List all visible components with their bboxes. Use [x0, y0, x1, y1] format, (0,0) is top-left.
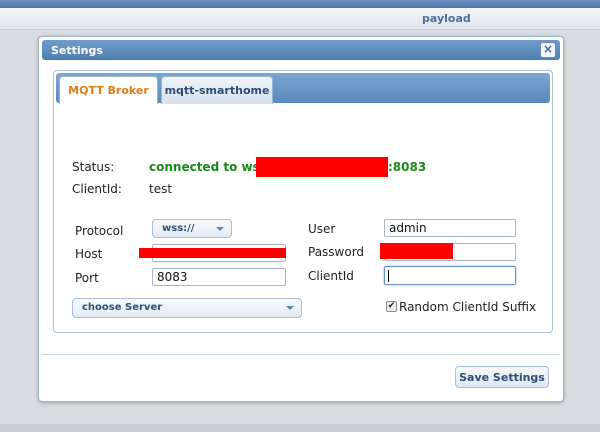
user-input[interactable] [384, 219, 516, 237]
password-label: Password [308, 245, 365, 259]
tab-mqtt-broker[interactable]: MQTT Broker [59, 76, 158, 104]
background-footer [0, 424, 600, 432]
status-port: :8083 [388, 160, 427, 174]
host-label: Host [75, 247, 103, 261]
choose-server-select[interactable]: choose Server [72, 298, 302, 318]
checkmark-icon: ✔ [387, 301, 396, 311]
payload-column-header[interactable]: payload [422, 12, 471, 25]
protocol-select[interactable]: wss:// [152, 219, 232, 238]
tab-strip: MQTT Broker mqtt-smarthome [56, 73, 550, 104]
dialog-titlebar[interactable]: Settings × [42, 40, 560, 60]
tabs-panel: MQTT Broker mqtt-smarthome Status: conne… [53, 70, 553, 333]
background-table-header: payload [0, 8, 600, 30]
random-suffix-label: Random ClientId Suffix [399, 300, 537, 314]
chevron-down-icon [216, 227, 224, 231]
save-settings-button[interactable]: Save Settings [455, 366, 549, 388]
clientid-info-label: ClientId: [72, 182, 122, 196]
settings-dialog: Settings × MQTT Broker mqtt-smarthome St… [38, 36, 564, 402]
protocol-label: Protocol [75, 224, 124, 238]
clientid-label: ClientId [308, 269, 354, 283]
redacted-host-status [256, 157, 388, 177]
user-label: User [308, 222, 336, 236]
port-label: Port [75, 271, 99, 285]
port-input[interactable] [152, 268, 286, 286]
clientid-input[interactable] [384, 266, 516, 285]
close-button[interactable]: × [540, 42, 556, 58]
redacted-host-input [139, 248, 286, 258]
footer-divider [42, 354, 560, 355]
close-icon: × [542, 42, 554, 56]
chevron-down-icon [286, 306, 294, 310]
dialog-title: Settings [51, 44, 103, 57]
choose-server-value: choose Server [82, 302, 163, 313]
tab-mqtt-smarthome[interactable]: mqtt-smarthome [161, 76, 273, 104]
random-suffix-checkbox[interactable]: ✔ [386, 301, 397, 312]
app-top-bar [0, 0, 600, 8]
redacted-password [380, 243, 453, 259]
status-label: Status: [72, 160, 115, 174]
clientid-info-value: test [149, 182, 173, 196]
protocol-select-value: wss:// [162, 223, 195, 234]
text-cursor [388, 270, 389, 282]
